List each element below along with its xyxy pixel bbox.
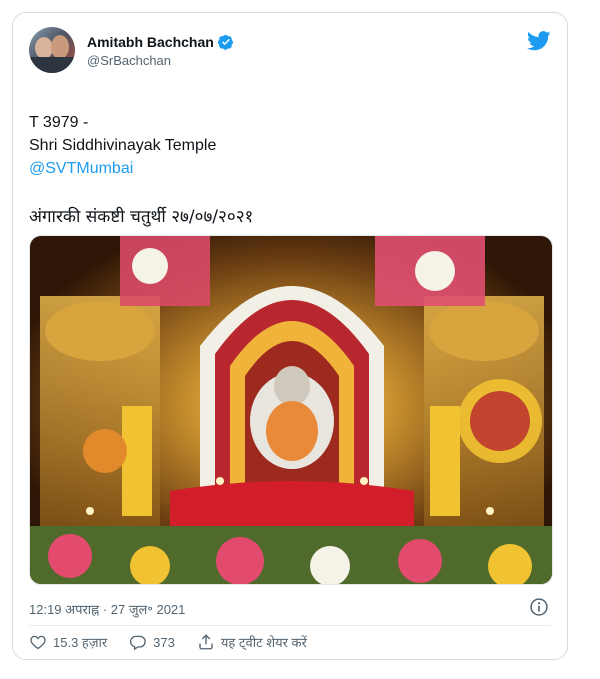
like-count: 15.3 हज़ार [53, 635, 108, 650]
author-handle[interactable]: @SrBachchan [87, 52, 234, 70]
author-display-name-row[interactable]: Amitabh Bachchan [87, 33, 234, 51]
tweet-actions: 15.3 हज़ार 373 यह ट्वीट शेयर करें [29, 633, 329, 651]
like-button[interactable]: 15.3 हज़ार [29, 633, 107, 651]
tweet-hindi-text: अंगारकी संकष्टी चतुर्थी २७/०७/२०२१ [29, 207, 254, 227]
share-button[interactable]: यह ट्वीट शेयर करें [197, 633, 307, 651]
reply-button[interactable]: 373 [129, 633, 175, 651]
divider [29, 625, 551, 626]
tweet-timestamp[interactable]: 12:19 अपराह्न · 27 जुल॰ 2021 [29, 600, 185, 618]
tweet-text-line: Shri Siddhivinayak Temple [29, 137, 217, 154]
verified-badge-icon [217, 34, 233, 50]
heart-icon [30, 635, 46, 650]
share-label: यह ट्वीट शेयर करें [220, 635, 307, 650]
tweet-photo[interactable] [29, 235, 553, 585]
tweet-text: T 3979 - Shri Siddhivinayak Temple @SVTM… [29, 111, 216, 180]
avatar[interactable] [29, 27, 75, 73]
tweet-text-line: T 3979 - [29, 114, 89, 131]
share-icon [199, 634, 213, 650]
reply-icon [130, 635, 146, 651]
author-display-name[interactable]: Amitabh Bachchan [87, 33, 214, 51]
temple-photo-illustration [30, 236, 552, 584]
tweet-card: Amitabh Bachchan @SrBachchan T 3979 - Sh… [12, 12, 568, 660]
mention-link[interactable]: @SVTMumbai [29, 157, 216, 180]
info-icon[interactable] [529, 597, 549, 617]
author-block: Amitabh Bachchan @SrBachchan [87, 33, 234, 70]
reply-count: 373 [153, 634, 175, 650]
twitter-bird-icon[interactable] [527, 31, 551, 51]
